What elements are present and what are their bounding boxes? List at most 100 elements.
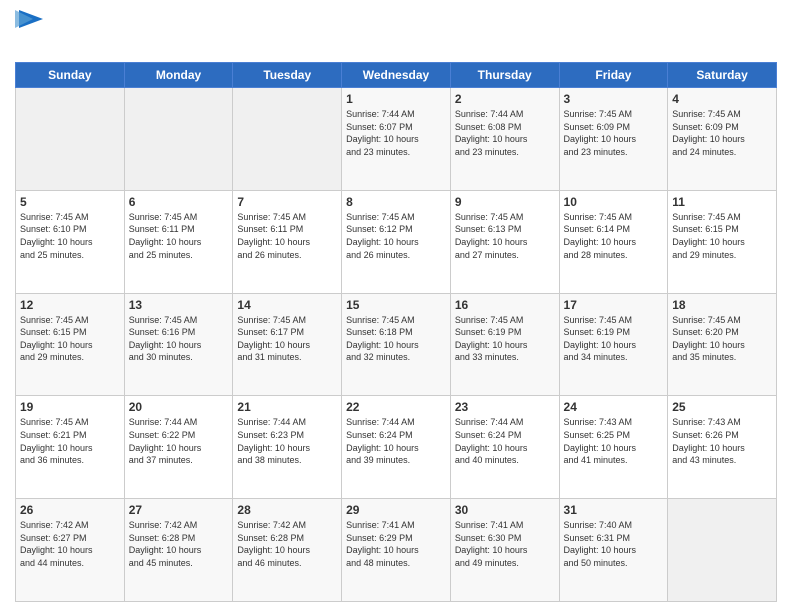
calendar-header-row: SundayMondayTuesdayWednesdayThursdayFrid… <box>16 63 777 88</box>
calendar-cell: 16 Sunrise: 7:45 AM Sunset: 6:19 PM Dayli… <box>450 293 559 396</box>
day-info: Sunrise: 7:45 AM Sunset: 6:13 PM Dayligh… <box>455 211 555 261</box>
day-info: Sunrise: 7:44 AM Sunset: 6:07 PM Dayligh… <box>346 108 446 158</box>
day-info: Sunrise: 7:42 AM Sunset: 6:28 PM Dayligh… <box>237 519 337 569</box>
calendar-week-3: 12 Sunrise: 7:45 AM Sunset: 6:15 PM Dayli… <box>16 293 777 396</box>
day-info: Sunrise: 7:45 AM Sunset: 6:17 PM Dayligh… <box>237 314 337 364</box>
calendar-cell <box>16 88 125 191</box>
day-info: Sunrise: 7:43 AM Sunset: 6:25 PM Dayligh… <box>564 416 664 466</box>
day-number: 12 <box>20 298 120 312</box>
day-number: 23 <box>455 400 555 414</box>
day-header-saturday: Saturday <box>668 63 777 88</box>
day-info: Sunrise: 7:45 AM Sunset: 6:19 PM Dayligh… <box>455 314 555 364</box>
day-number: 11 <box>672 195 772 209</box>
day-info: Sunrise: 7:45 AM Sunset: 6:16 PM Dayligh… <box>129 314 229 364</box>
day-info: Sunrise: 7:45 AM Sunset: 6:09 PM Dayligh… <box>564 108 664 158</box>
day-info: Sunrise: 7:45 AM Sunset: 6:21 PM Dayligh… <box>20 416 120 466</box>
calendar-cell: 3Sunrise: 7:45 AM Sunset: 6:09 PM Daylig… <box>559 88 668 191</box>
day-info: Sunrise: 7:44 AM Sunset: 6:08 PM Dayligh… <box>455 108 555 158</box>
calendar-cell: 15 Sunrise: 7:45 AM Sunset: 6:18 PM Dayli… <box>342 293 451 396</box>
day-number: 9 <box>455 195 555 209</box>
calendar-cell: 1 Sunrise: 7:44 AM Sunset: 6:07 PM Daylig… <box>342 88 451 191</box>
day-number: 22 <box>346 400 446 414</box>
day-header-sunday: Sunday <box>16 63 125 88</box>
day-info: Sunrise: 7:44 AM Sunset: 6:24 PM Dayligh… <box>346 416 446 466</box>
day-number: 28 <box>237 503 337 517</box>
calendar-week-5: 26Sunrise: 7:42 AM Sunset: 6:27 PM Dayli… <box>16 499 777 602</box>
calendar-cell: 30Sunrise: 7:41 AM Sunset: 6:30 PM Dayli… <box>450 499 559 602</box>
day-info: Sunrise: 7:45 AM Sunset: 6:20 PM Dayligh… <box>672 314 772 364</box>
day-header-thursday: Thursday <box>450 63 559 88</box>
calendar-cell: 24 Sunrise: 7:43 AM Sunset: 6:25 PM Dayli… <box>559 396 668 499</box>
day-number: 1 <box>346 92 446 106</box>
day-header-tuesday: Tuesday <box>233 63 342 88</box>
day-info: Sunrise: 7:45 AM Sunset: 6:12 PM Dayligh… <box>346 211 446 261</box>
calendar-cell: 5Sunrise: 7:45 AM Sunset: 6:10 PM Daylig… <box>16 190 125 293</box>
day-number: 2 <box>455 92 555 106</box>
day-info: Sunrise: 7:41 AM Sunset: 6:30 PM Dayligh… <box>455 519 555 569</box>
day-info: Sunrise: 7:42 AM Sunset: 6:28 PM Dayligh… <box>129 519 229 569</box>
calendar-cell: 27 Sunrise: 7:42 AM Sunset: 6:28 PM Dayli… <box>124 499 233 602</box>
calendar-table: SundayMondayTuesdayWednesdayThursdayFrid… <box>15 62 777 602</box>
day-number: 14 <box>237 298 337 312</box>
day-number: 24 <box>564 400 664 414</box>
day-info: Sunrise: 7:44 AM Sunset: 6:23 PM Dayligh… <box>237 416 337 466</box>
calendar-week-4: 19 Sunrise: 7:45 AM Sunset: 6:21 PM Dayli… <box>16 396 777 499</box>
calendar-cell: 31Sunrise: 7:40 AM Sunset: 6:31 PM Dayli… <box>559 499 668 602</box>
calendar-page: SundayMondayTuesdayWednesdayThursdayFrid… <box>0 0 792 612</box>
calendar-cell <box>668 499 777 602</box>
calendar-cell: 19 Sunrise: 7:45 AM Sunset: 6:21 PM Dayli… <box>16 396 125 499</box>
day-number: 16 <box>455 298 555 312</box>
day-number: 17 <box>564 298 664 312</box>
calendar-week-2: 5Sunrise: 7:45 AM Sunset: 6:10 PM Daylig… <box>16 190 777 293</box>
calendar-cell: 22 Sunrise: 7:44 AM Sunset: 6:24 PM Dayli… <box>342 396 451 499</box>
day-info: Sunrise: 7:44 AM Sunset: 6:24 PM Dayligh… <box>455 416 555 466</box>
day-info: Sunrise: 7:45 AM Sunset: 6:15 PM Dayligh… <box>20 314 120 364</box>
day-info: Sunrise: 7:41 AM Sunset: 6:29 PM Dayligh… <box>346 519 446 569</box>
day-number: 6 <box>129 195 229 209</box>
day-header-monday: Monday <box>124 63 233 88</box>
day-info: Sunrise: 7:45 AM Sunset: 6:10 PM Dayligh… <box>20 211 120 261</box>
calendar-cell: 6Sunrise: 7:45 AM Sunset: 6:11 PM Daylig… <box>124 190 233 293</box>
calendar-cell: 23 Sunrise: 7:44 AM Sunset: 6:24 PM Dayli… <box>450 396 559 499</box>
calendar-cell <box>233 88 342 191</box>
logo <box>15 10 43 54</box>
calendar-cell: 2 Sunrise: 7:44 AM Sunset: 6:08 PM Daylig… <box>450 88 559 191</box>
day-number: 15 <box>346 298 446 312</box>
calendar-cell: 28 Sunrise: 7:42 AM Sunset: 6:28 PM Dayli… <box>233 499 342 602</box>
calendar-cell: 29 Sunrise: 7:41 AM Sunset: 6:29 PM Dayli… <box>342 499 451 602</box>
calendar-cell: 13 Sunrise: 7:45 AM Sunset: 6:16 PM Dayli… <box>124 293 233 396</box>
day-number: 25 <box>672 400 772 414</box>
calendar-week-1: 1 Sunrise: 7:44 AM Sunset: 6:07 PM Daylig… <box>16 88 777 191</box>
day-number: 8 <box>346 195 446 209</box>
day-info: Sunrise: 7:45 AM Sunset: 6:14 PM Dayligh… <box>564 211 664 261</box>
day-info: Sunrise: 7:45 AM Sunset: 6:18 PM Dayligh… <box>346 314 446 364</box>
day-number: 13 <box>129 298 229 312</box>
day-info: Sunrise: 7:45 AM Sunset: 6:11 PM Dayligh… <box>237 211 337 261</box>
calendar-cell: 8 Sunrise: 7:45 AM Sunset: 6:12 PM Daylig… <box>342 190 451 293</box>
day-number: 29 <box>346 503 446 517</box>
calendar-cell: 20 Sunrise: 7:44 AM Sunset: 6:22 PM Dayli… <box>124 396 233 499</box>
calendar-cell <box>124 88 233 191</box>
day-info: Sunrise: 7:44 AM Sunset: 6:22 PM Dayligh… <box>129 416 229 466</box>
day-number: 20 <box>129 400 229 414</box>
day-number: 18 <box>672 298 772 312</box>
day-info: Sunrise: 7:45 AM Sunset: 6:19 PM Dayligh… <box>564 314 664 364</box>
calendar-cell: 9 Sunrise: 7:45 AM Sunset: 6:13 PM Daylig… <box>450 190 559 293</box>
calendar-cell: 17 Sunrise: 7:45 AM Sunset: 6:19 PM Dayli… <box>559 293 668 396</box>
day-number: 10 <box>564 195 664 209</box>
day-number: 26 <box>20 503 120 517</box>
day-info: Sunrise: 7:45 AM Sunset: 6:15 PM Dayligh… <box>672 211 772 261</box>
day-number: 31 <box>564 503 664 517</box>
header <box>15 10 777 54</box>
calendar-cell: 18 Sunrise: 7:45 AM Sunset: 6:20 PM Dayli… <box>668 293 777 396</box>
day-number: 4 <box>672 92 772 106</box>
calendar-cell: 26Sunrise: 7:42 AM Sunset: 6:27 PM Dayli… <box>16 499 125 602</box>
day-header-wednesday: Wednesday <box>342 63 451 88</box>
calendar-cell: 14 Sunrise: 7:45 AM Sunset: 6:17 PM Dayli… <box>233 293 342 396</box>
day-number: 19 <box>20 400 120 414</box>
calendar-cell: 12 Sunrise: 7:45 AM Sunset: 6:15 PM Dayli… <box>16 293 125 396</box>
calendar-cell: 11 Sunrise: 7:45 AM Sunset: 6:15 PM Dayli… <box>668 190 777 293</box>
day-number: 27 <box>129 503 229 517</box>
calendar-cell: 4Sunrise: 7:45 AM Sunset: 6:09 PM Daylig… <box>668 88 777 191</box>
logo-icon <box>15 10 43 28</box>
